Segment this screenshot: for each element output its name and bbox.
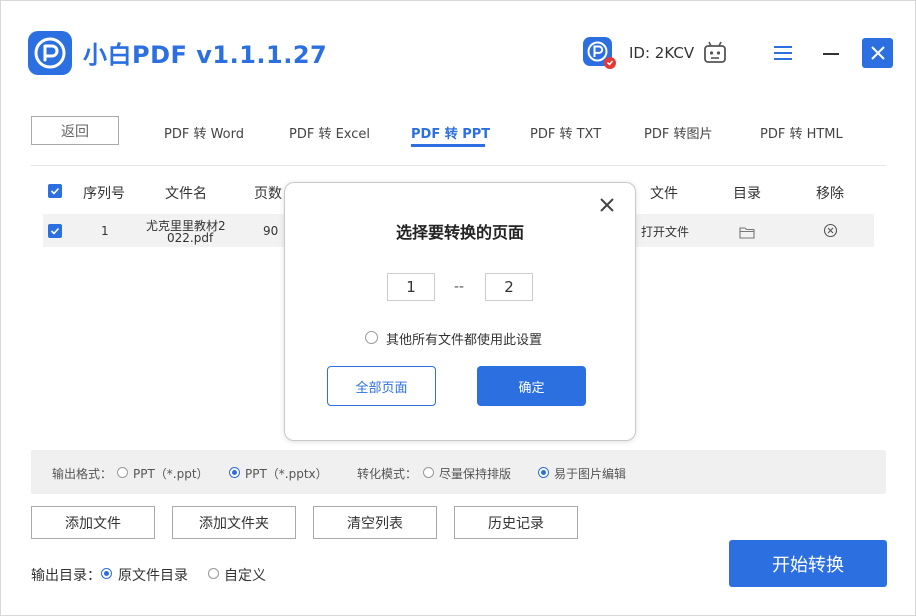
tab-pdf-to-word[interactable]: PDF 转 Word <box>164 123 244 142</box>
format-pptx-label[interactable]: PPT（*.pptx） <box>245 465 328 482</box>
add-folder-button[interactable]: 添加文件夹 <box>172 506 296 539</box>
page-range-separator: -- <box>454 279 465 295</box>
mode-image-radio[interactable] <box>538 467 549 478</box>
output-format-label: 输出格式： <box>52 467 113 481</box>
tab-pdf-to-html[interactable]: PDF 转 HTML <box>760 123 843 142</box>
start-convert-button[interactable]: 开始转换 <box>729 540 887 587</box>
open-file-link[interactable]: 打开文件 <box>641 223 689 240</box>
check-icon <box>50 227 60 235</box>
select-all-checkbox[interactable] <box>48 184 62 198</box>
convert-mode-label: 转化模式： <box>357 467 418 481</box>
mode-layout-label[interactable]: 尽量保持排版 <box>439 465 511 482</box>
row-filename-line2: 022.pdf <box>167 231 214 245</box>
output-dir-label: 输出目录： <box>31 568 101 584</box>
close-icon <box>870 46 885 60</box>
robot-icon[interactable] <box>703 40 727 66</box>
tab-pdf-to-txt[interactable]: PDF 转 TXT <box>530 123 601 142</box>
format-ppt-label[interactable]: PPT（*.ppt） <box>133 465 209 482</box>
output-custom-label[interactable]: 自定义 <box>224 565 266 585</box>
header-pages: 页数 <box>254 186 282 202</box>
to-page-input[interactable] <box>485 273 533 301</box>
from-page-input[interactable] <box>387 273 435 301</box>
mode-layout-radio[interactable] <box>423 467 434 478</box>
tab-pdf-to-image[interactable]: PDF 转图片 <box>644 123 712 142</box>
minimize-icon[interactable] <box>823 53 839 55</box>
history-button[interactable]: 历史记录 <box>454 506 578 539</box>
clear-list-button[interactable]: 清空列表 <box>313 506 437 539</box>
mode-image-label[interactable]: 易于图片编辑 <box>554 465 626 482</box>
format-pptx-radio[interactable] <box>229 467 240 478</box>
check-icon <box>50 187 60 195</box>
header-file: 文件 <box>650 186 678 202</box>
output-original-radio[interactable] <box>101 568 112 579</box>
tabs-divider <box>31 165 886 166</box>
tab-pdf-to-ppt[interactable]: PDF 转 PPT <box>411 123 490 142</box>
all-pages-button[interactable]: 全部页面 <box>327 366 436 406</box>
row-pages: 90 <box>263 224 279 238</box>
header-filename: 文件名 <box>165 186 207 202</box>
apply-all-label[interactable]: 其他所有文件都使用此设置 <box>386 329 542 348</box>
header-index: 序列号 <box>83 186 125 202</box>
folder-icon[interactable] <box>739 224 756 239</box>
dialog-title: 选择要转换的页面 <box>395 223 524 242</box>
back-button[interactable]: 返回 <box>31 116 119 145</box>
format-ppt-radio[interactable] <box>117 467 128 478</box>
apply-all-radio[interactable] <box>365 331 378 344</box>
user-id: ID: 2KCV <box>629 44 695 62</box>
row-checkbox[interactable] <box>48 224 62 238</box>
output-original-label[interactable]: 原文件目录 <box>118 565 188 585</box>
app-window: 小白PDF v1.1.1.27 ID: 2KCV 返回 PDF 转 Word P… <box>0 0 916 616</box>
app-title: 小白PDF v1.1.1.27 <box>83 41 328 69</box>
tab-pdf-to-excel[interactable]: PDF 转 Excel <box>289 123 370 142</box>
confirm-button[interactable]: 确定 <box>477 366 586 406</box>
window-close-button[interactable] <box>862 38 893 68</box>
user-avatar-icon[interactable] <box>582 36 616 70</box>
add-file-button[interactable]: 添加文件 <box>31 506 155 539</box>
row-index: 1 <box>101 224 109 238</box>
page-range-dialog: 选择要转换的页面 -- 其他所有文件都使用此设置 全部页面 确定 <box>284 182 636 441</box>
menu-icon[interactable] <box>774 45 792 61</box>
remove-icon[interactable] <box>823 223 838 238</box>
output-custom-radio[interactable] <box>208 568 219 579</box>
header-remove: 移除 <box>816 186 844 202</box>
active-tab-indicator <box>411 144 485 147</box>
dialog-close-icon[interactable] <box>598 196 616 214</box>
app-logo-icon <box>28 31 72 75</box>
header-directory: 目录 <box>733 186 761 202</box>
